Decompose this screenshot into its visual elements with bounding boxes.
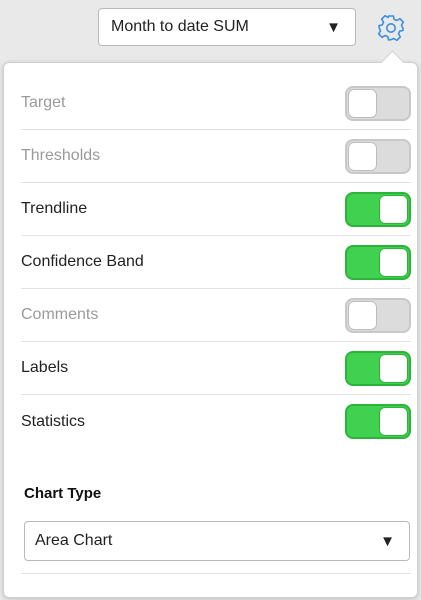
- setting-row-comments: Comments: [21, 289, 411, 342]
- toggle-target[interactable]: [345, 85, 411, 121]
- settings-list: Target Thresholds Trendline Confidence B…: [21, 77, 411, 448]
- chevron-down-icon: ▼: [380, 532, 395, 550]
- setting-label-statistics: Statistics: [21, 412, 86, 430]
- toggle-statistics[interactable]: [345, 404, 411, 439]
- chart-type-heading: Chart Type: [24, 485, 102, 502]
- divider: [21, 573, 411, 574]
- toggle-thresholds[interactable]: [345, 138, 411, 174]
- toggle-confidence-band[interactable]: [345, 244, 411, 280]
- setting-label-labels: Labels: [21, 359, 69, 376]
- toggle-knob: [379, 247, 408, 277]
- aggregation-select[interactable]: Month to date SUM ▼: [98, 8, 356, 46]
- toggle-knob: [379, 194, 408, 224]
- toggle-knob: [379, 407, 408, 436]
- setting-label-trendline: Trendline: [21, 200, 88, 217]
- chevron-down-icon: ▼: [326, 18, 341, 36]
- setting-row-statistics: Statistics: [21, 395, 411, 448]
- toggle-knob: [379, 353, 408, 383]
- setting-label-target: Target: [21, 94, 66, 111]
- chart-type-select[interactable]: Area Chart ▼: [24, 521, 410, 561]
- toggle-comments[interactable]: [345, 297, 411, 333]
- setting-row-thresholds: Thresholds: [21, 130, 411, 183]
- toggle-knob: [348, 88, 377, 118]
- toggle-knob: [348, 300, 377, 330]
- setting-row-trendline: Trendline: [21, 183, 411, 236]
- top-bar: Month to date SUM ▼: [0, 0, 421, 60]
- aggregation-select-value: Month to date SUM: [111, 18, 249, 35]
- gear-icon[interactable]: [375, 12, 407, 44]
- chart-type-value: Area Chart: [35, 532, 113, 549]
- toggle-labels[interactable]: [345, 350, 411, 386]
- toggle-knob: [348, 141, 377, 171]
- setting-row-confidence-band: Confidence Band: [21, 236, 411, 289]
- setting-label-comments: Comments: [21, 306, 99, 323]
- setting-row-labels: Labels: [21, 342, 411, 395]
- setting-label-confidence-band: Confidence Band: [21, 253, 144, 270]
- setting-row-target: Target: [21, 77, 411, 130]
- toggle-trendline[interactable]: [345, 191, 411, 227]
- setting-label-thresholds: Thresholds: [21, 147, 101, 164]
- settings-popover: Target Thresholds Trendline Confidence B…: [3, 50, 418, 598]
